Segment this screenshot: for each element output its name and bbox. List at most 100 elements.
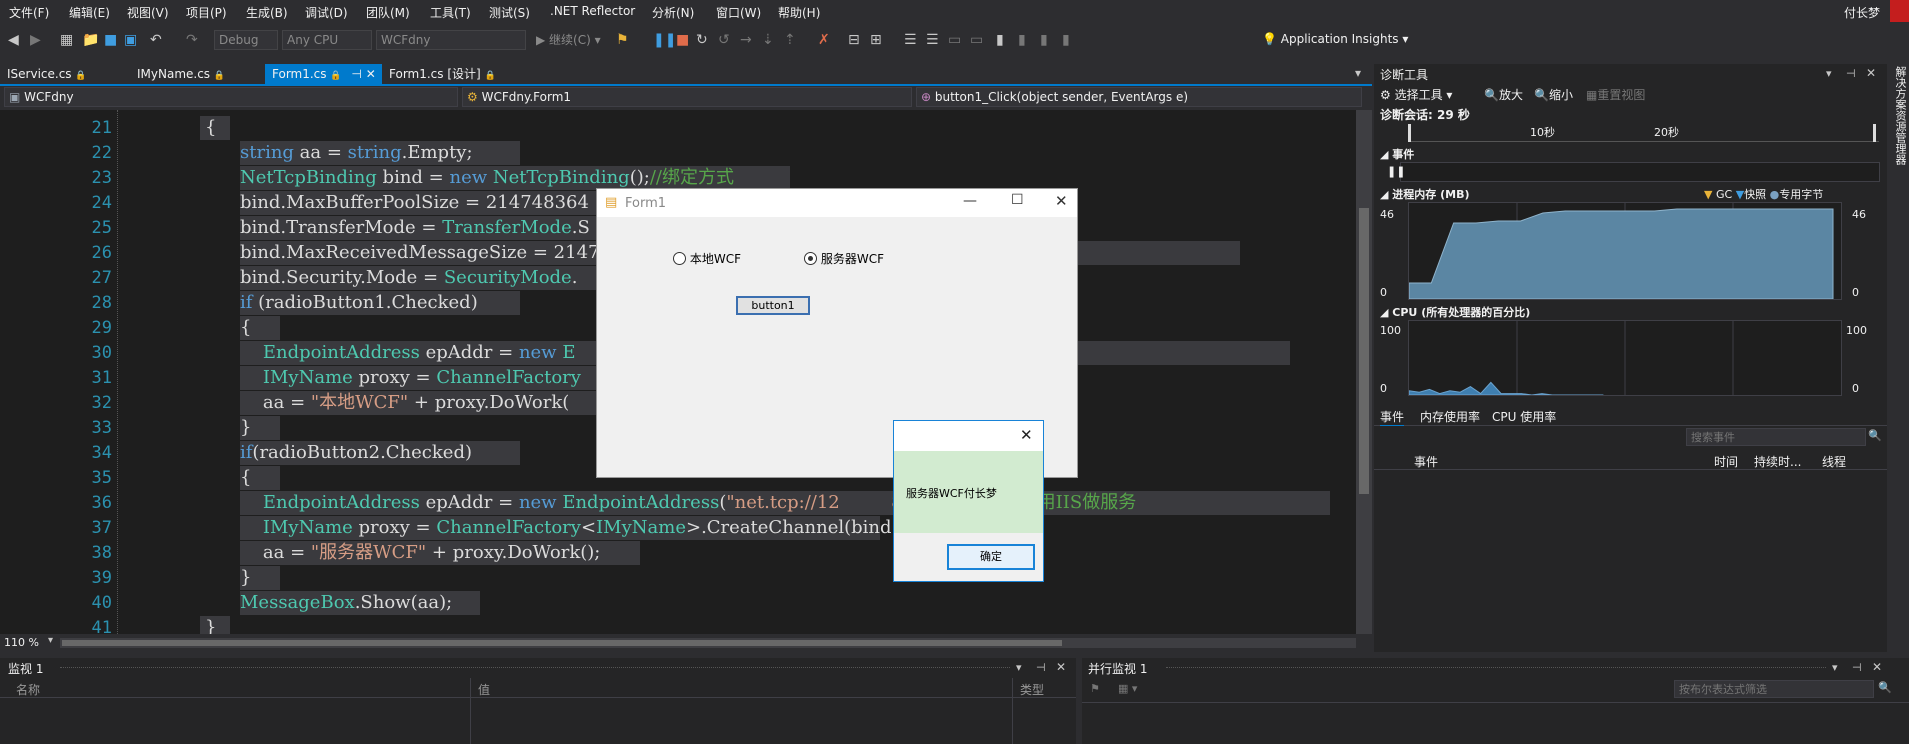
back-icon[interactable]: ◀ [8,31,19,49]
code-line[interactable]: } [240,416,251,440]
button1[interactable]: button1 [736,296,810,315]
col-event[interactable]: 事件 [1414,453,1438,470]
menu-item-10[interactable]: 分析(N) [652,4,694,21]
clear-bookmarks-icon[interactable]: ▮ [1062,31,1070,49]
align-left-icon[interactable]: ☰ [904,31,917,49]
memory-graph[interactable] [1408,202,1842,300]
columns-icon[interactable]: ▦ ▾ [1118,682,1137,695]
pin-icon[interactable]: ⊣ [1846,67,1856,80]
save-icon[interactable]: ■ [104,31,117,49]
menu-item-5[interactable]: 调试(D) [305,4,348,21]
code-line[interactable]: IMyName proxy = ChannelFactory<IMyName>.… [240,516,892,540]
pin-icon[interactable]: ⊣ [1036,661,1046,674]
undo-icon[interactable]: ↶ [150,31,162,49]
zoom-in-button[interactable]: 🔍放大 [1484,86,1523,103]
events-track[interactable]: ❚❚ [1387,162,1880,182]
code-line[interactable]: if(radioButton2.Checked) [240,441,472,465]
code-line[interactable]: } [240,566,251,590]
menu-item-0[interactable]: 文件(F) [9,4,49,21]
continue-button[interactable]: ▶ 继续(C) ▾ [536,31,601,49]
code-line[interactable]: aa = "服务器WCF" + proxy.DoWork(); [240,541,600,565]
tab-iservice[interactable]: IService.cs 🔒 [0,64,130,84]
step-into-icon[interactable]: → [740,31,752,49]
align-right-icon[interactable]: ☰ [926,31,939,49]
hex-icon[interactable]: ⊟ [848,31,860,49]
tab-memory-usage[interactable]: 内存使用率 [1420,408,1480,425]
tab-cpu-usage[interactable]: CPU 使用率 [1492,408,1556,425]
pin-tab-icon[interactable]: ⊣ [351,67,361,81]
code-line[interactable]: bind.MaxBufferPoolSize = 214748364 [240,191,589,215]
exceptions-icon[interactable]: ✗ [818,31,830,49]
col-time[interactable]: 时间 [1714,453,1738,470]
col-thread[interactable]: 线程 [1822,453,1846,470]
code-line[interactable]: { [240,466,251,490]
dropdown-icon[interactable]: ▾ [1826,67,1832,80]
project-nav-dropdown[interactable]: ▣ WCFdny [4,87,458,107]
editor-vertical-scrollbar[interactable] [1356,110,1372,634]
step-out-icon[interactable]: ⇡ [784,31,796,49]
timeline-ruler[interactable]: 10秒 20秒 [1408,124,1879,142]
close-icon[interactable]: ✕ [1055,192,1068,210]
app-insights-button[interactable]: 💡 Application Insights ▾ [1262,30,1408,48]
platform-select[interactable]: Any CPU [282,30,372,50]
solution-explorer-side-tab[interactable]: 解决方案资源管理器 [1890,64,1909,204]
close-icon[interactable]: ✕ [1872,660,1882,674]
bookmark-icon[interactable]: ▮ [996,31,1004,49]
code-line[interactable]: { [240,316,251,340]
code-line[interactable]: string aa = string.Empty; [240,141,473,165]
menu-item-11[interactable]: 窗口(W) [716,4,761,21]
pin-icon[interactable]: 🔒 [330,71,341,81]
menu-item-8[interactable]: 测试(S) [489,4,530,21]
next-bookmark-icon[interactable]: ▮ [1040,31,1048,49]
forward-icon[interactable]: ▶ [30,31,41,49]
open-icon[interactable]: 📁 [82,31,99,49]
col-type[interactable]: 类型 [1020,681,1044,698]
minimize-icon[interactable]: — [963,193,977,209]
code-line[interactable]: bind.TransferMode = TransferMode.S [240,216,590,240]
close-icon[interactable]: ✕ [1866,66,1876,80]
show-next-statement-icon[interactable]: ↺ [718,31,730,49]
pin-icon[interactable]: ⊣ [1852,661,1862,674]
save-all-icon[interactable]: ▣ [124,31,137,49]
menu-item-4[interactable]: 生成(B) [246,4,288,21]
radio-local-wcf[interactable]: 本地WCF [673,250,741,267]
events-search-input[interactable] [1686,428,1866,446]
menu-item-1[interactable]: 编辑(E) [69,4,110,21]
cpu-graph[interactable] [1408,320,1842,396]
scrollbar-thumb[interactable] [1359,208,1369,494]
zoom-level[interactable]: 110 % [4,636,46,650]
radio-server-wcf[interactable]: 服务器WCF [804,250,884,267]
tab-form1-designer[interactable]: Form1.cs [设计] 🔒 [382,64,512,84]
uncomment-icon[interactable]: ▭ [970,31,983,49]
col-value[interactable]: 值 [478,681,490,698]
code-line[interactable]: IMyName proxy = ChannelFactory [240,366,581,390]
search-icon[interactable]: 🔍 [1868,429,1882,442]
feedback-badge[interactable] [1890,0,1909,22]
pause-icon[interactable]: ❚❚ [653,31,676,49]
menu-item-3[interactable]: 项目(P) [186,4,227,21]
menu-item-7[interactable]: 工具(T) [430,4,471,21]
close-icon[interactable]: ✕ [1020,426,1033,444]
code-line[interactable]: } [205,616,216,634]
ruler-start-marker[interactable] [1408,124,1411,142]
dropdown-icon[interactable]: ▾ [1832,661,1838,674]
code-line[interactable]: { [205,116,216,140]
menu-item-2[interactable]: 视图(V) [127,4,169,21]
reset-view-button[interactable]: ▦重置视图 [1586,86,1645,103]
code-line[interactable]: MessageBox.Show(aa); [240,591,452,615]
code-line[interactable]: bind.Security.Mode = SecurityMode. [240,266,577,290]
pin-icon[interactable]: 🔒 [214,71,225,81]
class-nav-dropdown[interactable]: ⚙ WCFdny.Form1 [462,87,912,107]
tab-events[interactable]: 事件 [1380,408,1405,427]
filter-input[interactable] [1674,680,1874,698]
zoom-out-button[interactable]: 🔍缩小 [1534,86,1573,103]
new-project-icon[interactable]: ▦ [60,31,73,49]
code-line[interactable]: NetTcpBinding bind = new NetTcpBinding()… [240,166,734,190]
col-name[interactable]: 名称 [16,681,40,698]
tab-overflow-icon[interactable]: ▾ [1355,66,1361,80]
menu-item-6[interactable]: 团队(M) [366,4,410,21]
pin-icon[interactable]: 🔒 [75,71,86,81]
maximize-icon[interactable]: ☐ [1011,192,1024,208]
stop-icon[interactable]: ■ [676,31,689,49]
menu-item-12[interactable]: 帮助(H) [778,4,820,21]
